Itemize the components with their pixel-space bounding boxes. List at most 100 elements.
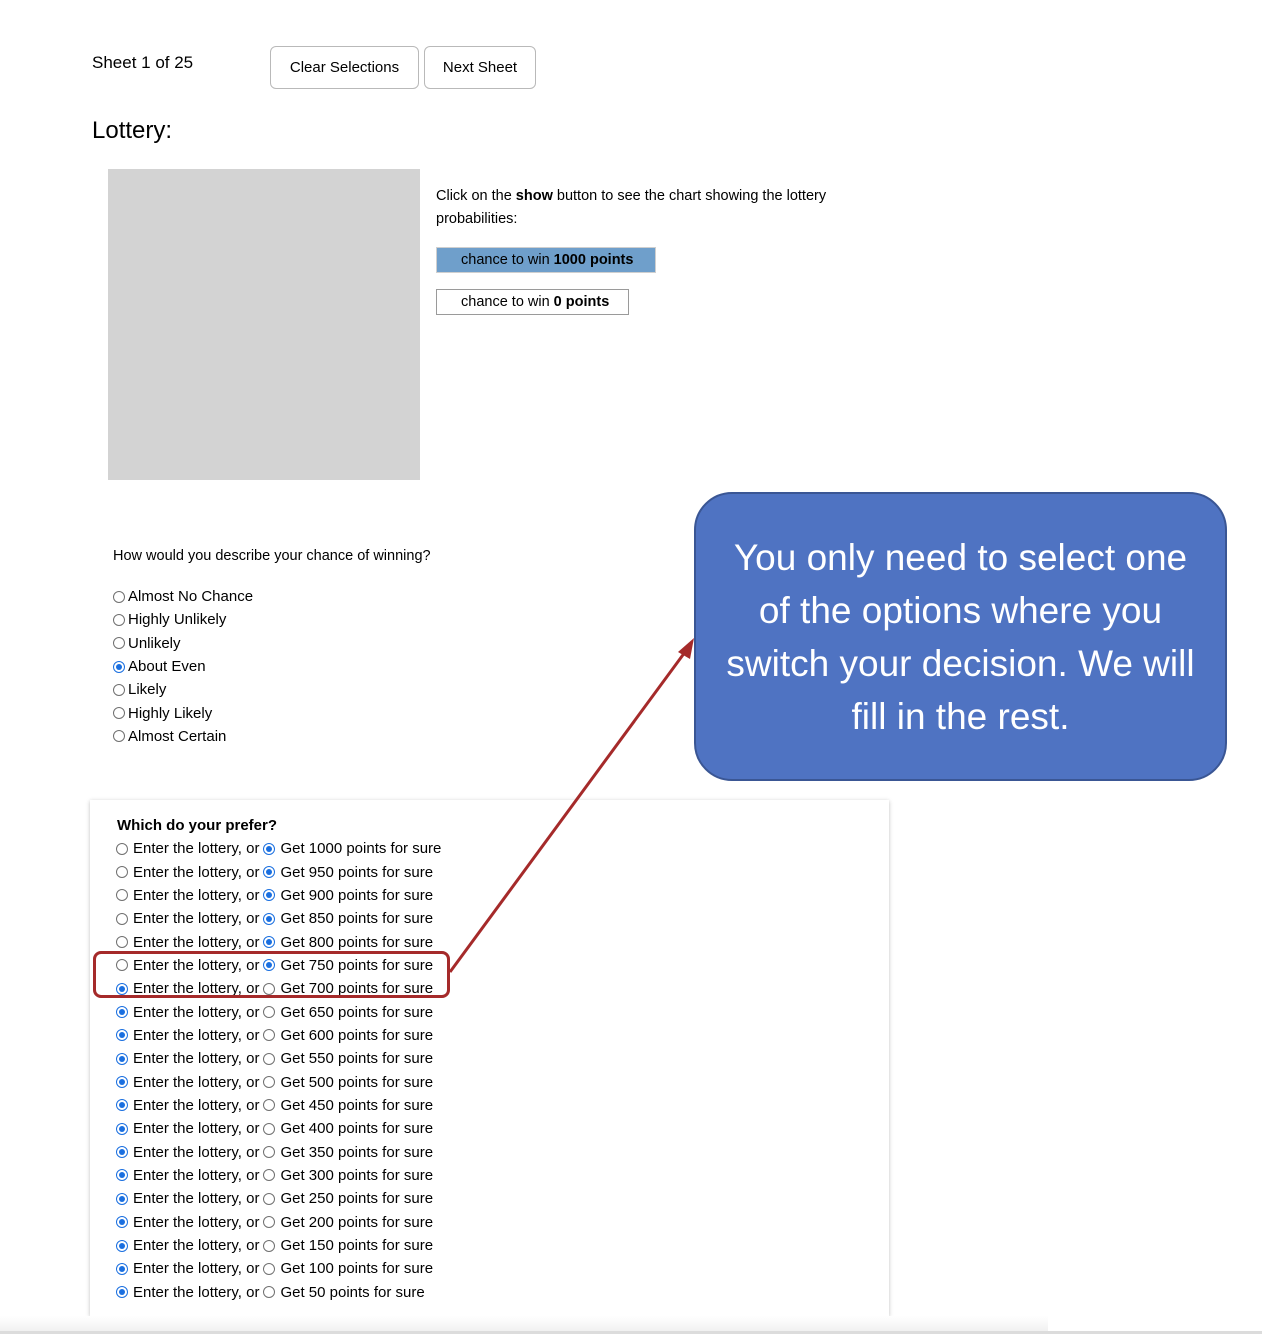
sure-points-label[interactable]: Get 550 points for sure — [280, 1050, 433, 1067]
lottery-option-label[interactable]: Enter the lottery, or — [133, 1004, 259, 1021]
sure-points-label[interactable]: Get 500 points for sure — [280, 1074, 433, 1091]
lottery-radio[interactable] — [116, 1076, 128, 1089]
preference-row: Enter the lottery, or Get 650 points for … — [116, 1000, 441, 1023]
chance-option-radio[interactable] — [113, 637, 125, 650]
preference-row: Enter the lottery, or Get 500 points for … — [116, 1070, 441, 1093]
sure-points-label[interactable]: Get 350 points for sure — [280, 1144, 433, 1161]
preference-row: Enter the lottery, or Get 200 points for … — [116, 1211, 441, 1234]
lottery-option-label[interactable]: Enter the lottery, or — [133, 1284, 259, 1301]
sure-points-label[interactable]: Get 900 points for sure — [280, 887, 433, 904]
sure-points-label[interactable]: Get 800 points for sure — [280, 934, 433, 951]
lottery-option-label[interactable]: Enter the lottery, or — [133, 910, 259, 927]
sure-points-radio[interactable] — [263, 1262, 276, 1275]
lottery-radio[interactable] — [116, 1192, 128, 1205]
sure-points-radio[interactable] — [263, 1216, 276, 1229]
lottery-radio[interactable] — [116, 1169, 128, 1182]
chance-option-radio[interactable] — [113, 590, 125, 603]
sure-points-label[interactable]: Get 400 points for sure — [280, 1120, 433, 1137]
lottery-radio[interactable] — [116, 842, 128, 855]
chance-option-radio[interactable] — [113, 683, 125, 696]
lottery-option-label[interactable]: Enter the lottery, or — [133, 1144, 259, 1161]
chance-option[interactable]: Likely — [113, 678, 253, 701]
chance-option-label[interactable]: Likely — [128, 681, 166, 698]
sure-points-label[interactable]: Get 1000 points for sure — [280, 840, 441, 857]
lottery-option-label[interactable]: Enter the lottery, or — [133, 1214, 259, 1231]
lottery-option-label[interactable]: Enter the lottery, or — [133, 1237, 259, 1254]
sure-points-label[interactable]: Get 950 points for sure — [280, 864, 433, 881]
lottery-radio[interactable] — [116, 1099, 128, 1112]
sure-points-label[interactable]: Get 250 points for sure — [280, 1190, 433, 1207]
chance-option[interactable]: Unlikely — [113, 632, 253, 655]
lottery-option-label[interactable]: Enter the lottery, or — [133, 1074, 259, 1091]
lottery-option-label[interactable]: Enter the lottery, or — [133, 887, 259, 904]
next-sheet-button[interactable]: Next Sheet — [424, 46, 536, 89]
lottery-radio[interactable] — [116, 1262, 128, 1275]
lottery-option-label[interactable]: Enter the lottery, or — [133, 1167, 259, 1184]
sure-points-radio[interactable] — [263, 1286, 276, 1299]
sure-points-radio[interactable] — [263, 1006, 276, 1019]
sure-points-radio[interactable] — [263, 912, 276, 925]
chance-option[interactable]: Highly Likely — [113, 701, 253, 724]
chance-option-label[interactable]: Almost Certain — [128, 728, 226, 745]
sure-points-radio[interactable] — [263, 1052, 276, 1065]
clear-selections-button[interactable]: Clear Selections — [270, 46, 419, 89]
chance-question: How would you describe your chance of wi… — [113, 548, 431, 564]
sure-points-label[interactable]: Get 850 points for sure — [280, 910, 433, 927]
sure-points-label[interactable]: Get 300 points for sure — [280, 1167, 433, 1184]
sure-points-label[interactable]: Get 600 points for sure — [280, 1027, 433, 1044]
chance-option-label[interactable]: About Even — [128, 658, 206, 675]
chance-option-label[interactable]: Highly Unlikely — [128, 611, 226, 628]
lottery-option-label[interactable]: Enter the lottery, or — [133, 1027, 259, 1044]
lottery-radio[interactable] — [116, 912, 128, 925]
chance-option-label[interactable]: Highly Likely — [128, 705, 212, 722]
lottery-option-label[interactable]: Enter the lottery, or — [133, 934, 259, 951]
lottery-option-label[interactable]: Enter the lottery, or — [133, 1260, 259, 1277]
sure-points-radio[interactable] — [263, 866, 276, 879]
sure-points-label[interactable]: Get 150 points for sure — [280, 1237, 433, 1254]
chance-option-radio[interactable] — [113, 613, 125, 626]
sure-points-radio[interactable] — [263, 936, 276, 949]
lottery-radio[interactable] — [116, 1286, 128, 1299]
sure-points-radio[interactable] — [263, 1099, 276, 1112]
lottery-radio[interactable] — [116, 1006, 128, 1019]
chance-option[interactable]: Almost No Chance — [113, 585, 253, 608]
sure-points-label[interactable]: Get 50 points for sure — [280, 1284, 424, 1301]
chance-option[interactable]: Almost Certain — [113, 725, 253, 748]
sure-points-radio[interactable] — [263, 1239, 276, 1252]
lottery-radio[interactable] — [116, 1029, 128, 1042]
sure-points-label[interactable]: Get 450 points for sure — [280, 1097, 433, 1114]
sure-points-label[interactable]: Get 100 points for sure — [280, 1260, 433, 1277]
lottery-radio[interactable] — [116, 1239, 128, 1252]
lottery-radio[interactable] — [116, 1052, 128, 1065]
sure-points-radio[interactable] — [263, 842, 276, 855]
chance-option-radio[interactable] — [113, 660, 125, 673]
lottery-radio[interactable] — [116, 936, 128, 949]
lottery-radio[interactable] — [116, 889, 128, 902]
sure-points-radio[interactable] — [263, 1029, 276, 1042]
chance-option-label[interactable]: Unlikely — [128, 635, 181, 652]
chance-option-radio[interactable] — [113, 707, 125, 720]
lottery-option-label[interactable]: Enter the lottery, or — [133, 1097, 259, 1114]
lottery-option-label[interactable]: Enter the lottery, or — [133, 1050, 259, 1067]
chance-option-label[interactable]: Almost No Chance — [128, 588, 253, 605]
chance-option[interactable]: Highly Unlikely — [113, 608, 253, 631]
lottery-option-label[interactable]: Enter the lottery, or — [133, 864, 259, 881]
lottery-radio[interactable] — [116, 1216, 128, 1229]
lottery-option-label[interactable]: Enter the lottery, or — [133, 1120, 259, 1137]
lottery-radio[interactable] — [116, 1122, 128, 1135]
sure-points-radio[interactable] — [263, 889, 276, 902]
sure-points-label[interactable]: Get 650 points for sure — [280, 1004, 433, 1021]
lottery-radio[interactable] — [116, 1146, 128, 1159]
chance-option[interactable]: About Even — [113, 655, 253, 678]
sure-points-radio[interactable] — [263, 1192, 276, 1205]
lottery-radio[interactable] — [116, 866, 128, 879]
lottery-option-label[interactable]: Enter the lottery, or — [133, 840, 259, 857]
sure-points-radio[interactable] — [263, 1169, 276, 1182]
sure-points-radio[interactable] — [263, 1146, 276, 1159]
sure-points-radio[interactable] — [263, 1076, 276, 1089]
sure-points-radio[interactable] — [263, 1122, 276, 1135]
sure-points-label[interactable]: Get 200 points for sure — [280, 1214, 433, 1231]
preference-row: Enter the lottery, or Get 50 points for s… — [116, 1281, 441, 1304]
lottery-option-label[interactable]: Enter the lottery, or — [133, 1190, 259, 1207]
chance-option-radio[interactable] — [113, 730, 125, 743]
